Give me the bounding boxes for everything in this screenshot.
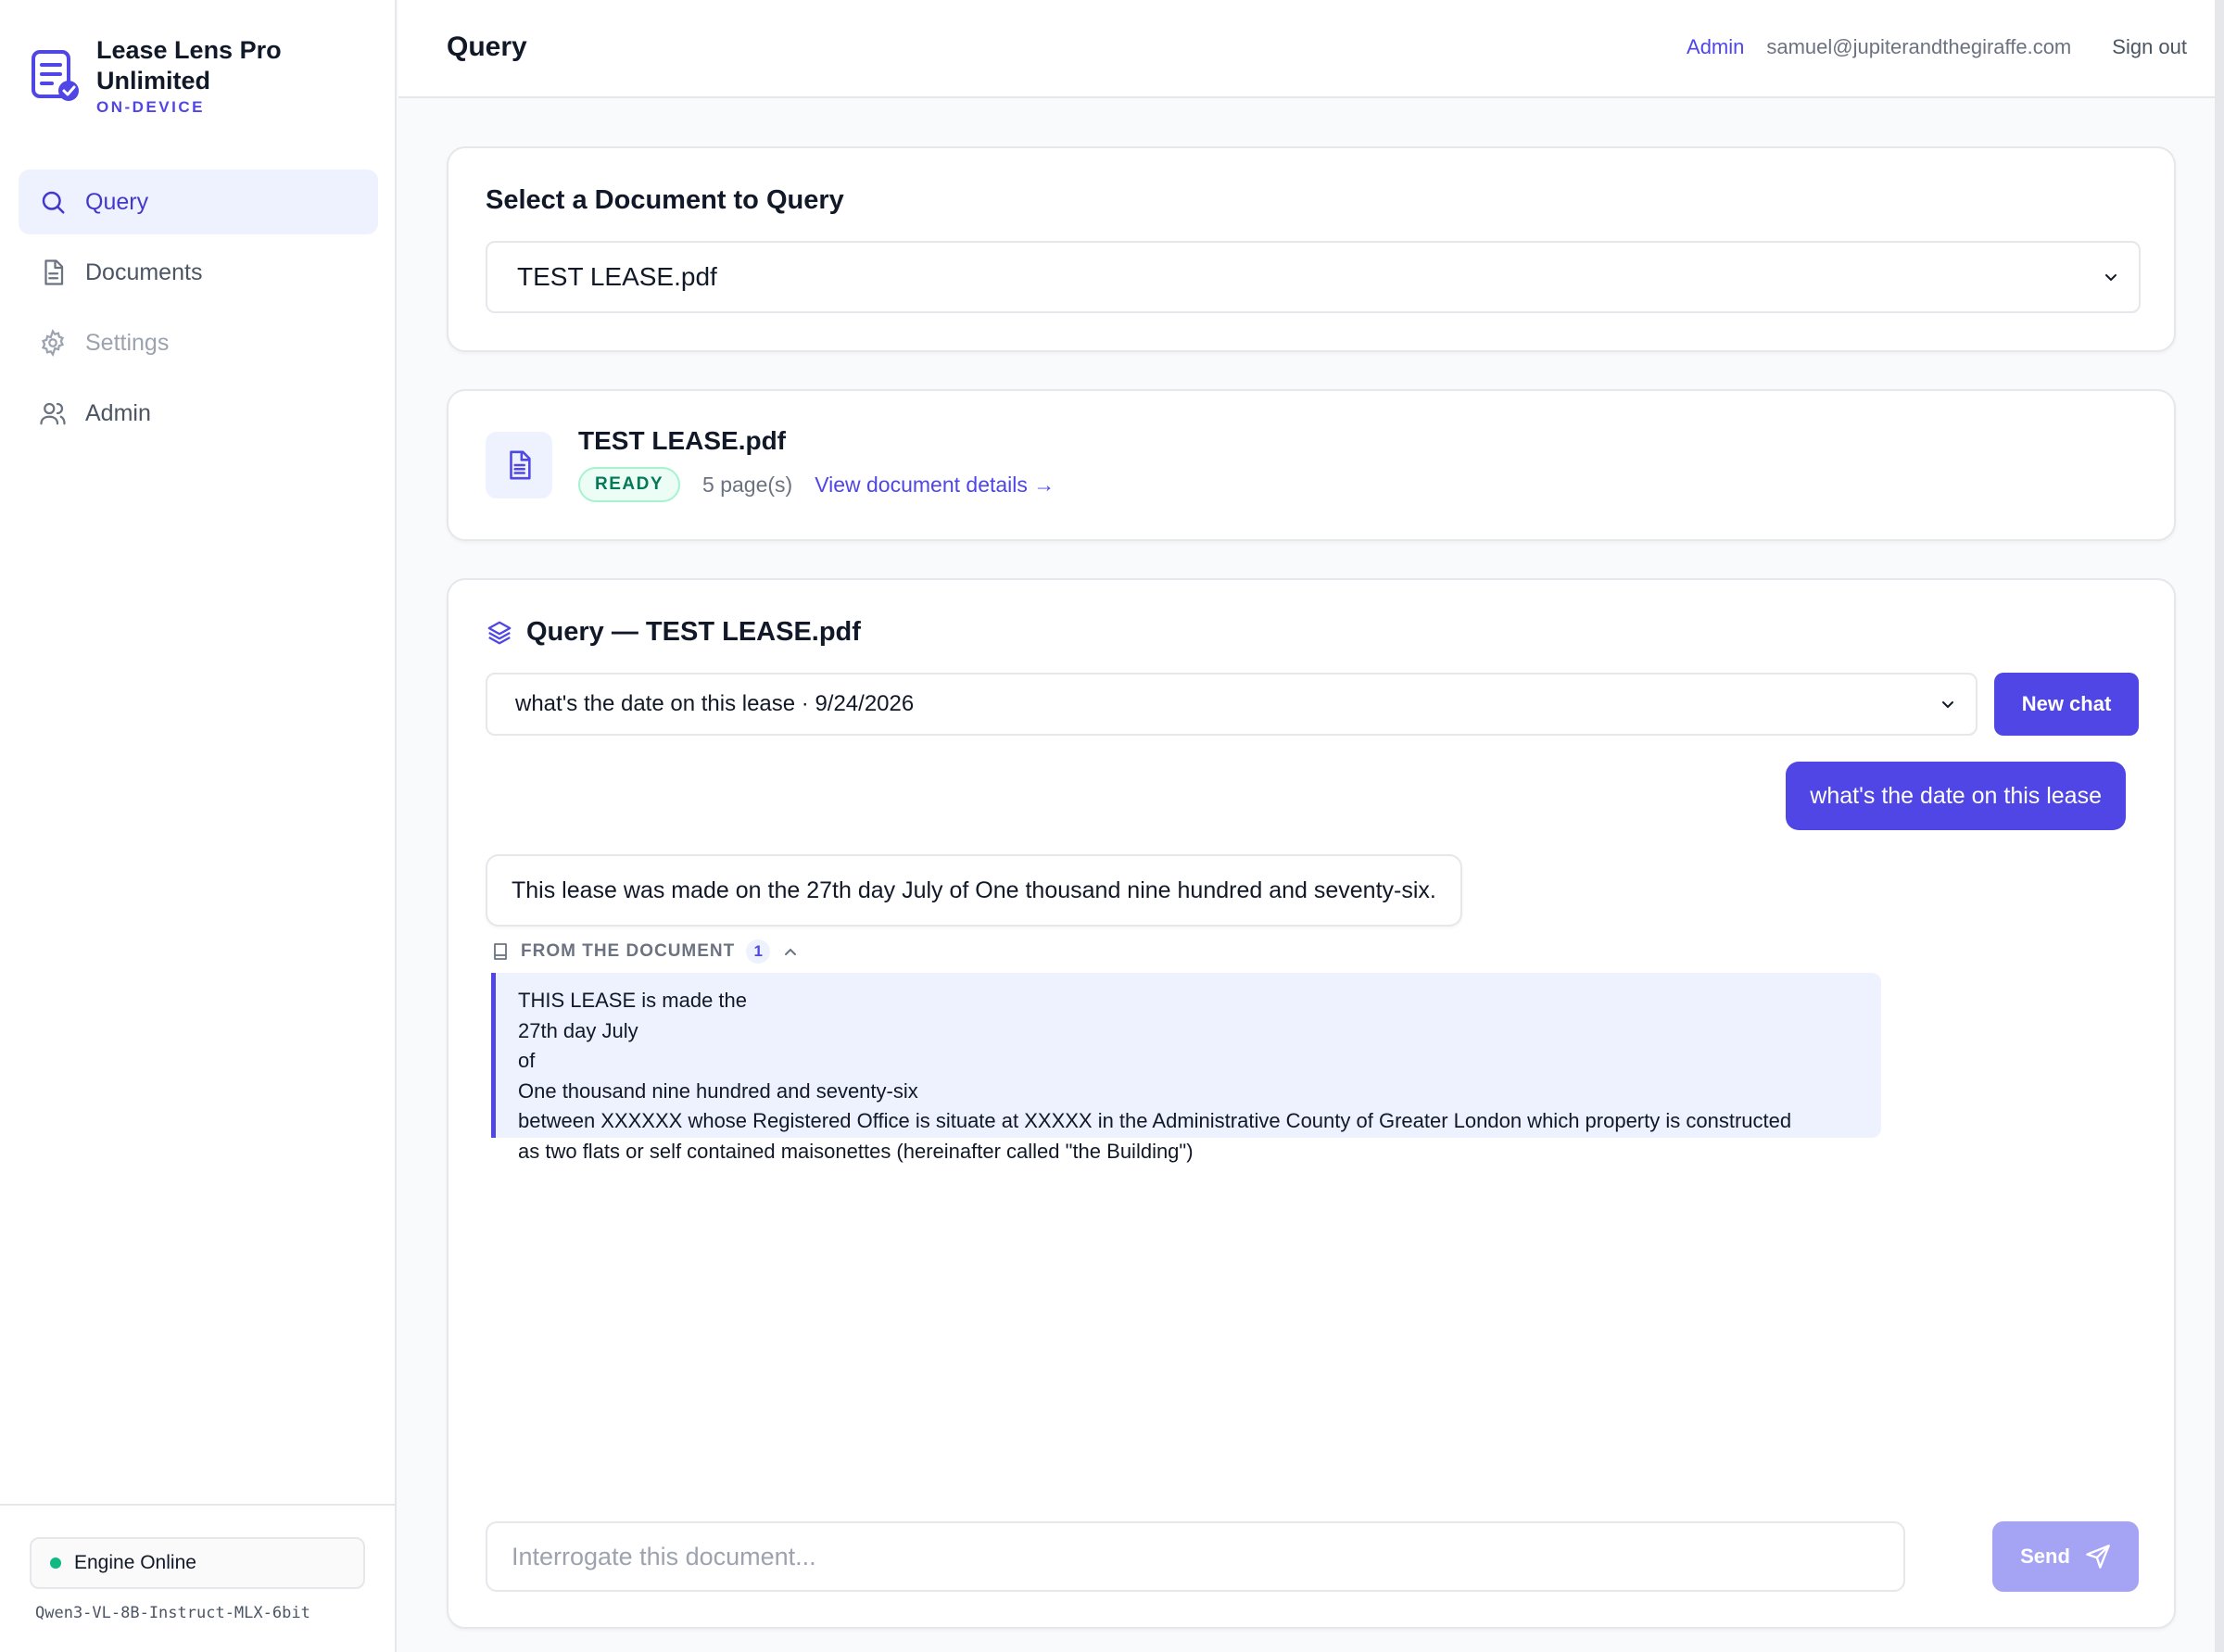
sidebar-item-label: Query	[85, 188, 149, 215]
search-icon	[42, 191, 65, 214]
sidebar-footer: Engine Online Qwen3-VL-8B-Instruct-MLX-6…	[0, 1504, 395, 1652]
layers-icon	[487, 621, 512, 644]
sidebar-item-label: Admin	[85, 399, 151, 426]
app-name: Lease Lens Pro Unlimited	[96, 36, 282, 95]
sidebar-item-documents[interactable]: Documents	[19, 240, 378, 305]
sidebar-item-label: Settings	[85, 329, 170, 356]
excerpt-line: 27th day July	[518, 1018, 638, 1042]
select-document-heading: Select a Document to Query	[486, 185, 844, 215]
users-icon	[40, 402, 66, 425]
user-email: samuel@jupiterandthegiraffe.com	[1766, 35, 2072, 58]
excerpt-line: between XXXXXX whose Registered Office i…	[518, 1109, 1792, 1132]
chat-history-select[interactable]: what's the date on this lease · 9/24/202…	[486, 673, 1978, 736]
app-logo-icon	[32, 50, 79, 101]
assistant-message: This lease was made on the 27th day July…	[486, 854, 1462, 927]
sidebar-item-settings[interactable]: Settings	[19, 310, 378, 375]
status-badge: READY	[578, 467, 681, 502]
sign-out-button[interactable]: Sign out	[2112, 35, 2187, 59]
chevron-down-icon	[2105, 274, 2117, 282]
sidebar-nav: Query Documents Settings Admin	[19, 170, 378, 451]
query-heading: Query — TEST LEASE.pdf	[526, 617, 861, 647]
engine-status: Engine Online	[30, 1537, 365, 1589]
user-message: what's the date on this lease	[1786, 762, 2126, 830]
chevron-up-icon	[785, 948, 797, 955]
document-icon	[510, 450, 531, 480]
sidebar-item-query[interactable]: Query	[19, 170, 378, 234]
excerpt-line: One thousand nine hundred and seventy-si…	[518, 1078, 918, 1103]
excerpt-line: THIS LEASE is made the	[518, 989, 747, 1012]
new-chat-button[interactable]: New chat	[1994, 673, 2139, 736]
document-thumbnail	[486, 432, 552, 498]
document-select-value: TEST LEASE.pdf	[517, 262, 717, 291]
view-details-link[interactable]: View document details →	[815, 473, 1055, 498]
document-info-card: TEST LEASE.pdf READY 5 page(s) View docu…	[447, 389, 2176, 541]
scrollbar[interactable]	[2215, 0, 2224, 1652]
sources-count: 1	[746, 939, 771, 964]
sources-toggle[interactable]: FROM THE DOCUMENT 1	[491, 939, 811, 964]
sidebar-item-admin[interactable]: Admin	[19, 381, 378, 446]
sources-label: FROM THE DOCUMENT	[521, 941, 736, 961]
model-name: Qwen3-VL-8B-Instruct-MLX-6bit	[35, 1604, 310, 1622]
excerpt-line: of	[518, 1049, 536, 1072]
engine-status-label: Engine Online	[74, 1552, 196, 1573]
bookmark-icon	[494, 943, 507, 960]
send-icon	[2086, 1545, 2110, 1569]
source-excerpt: THIS LEASE is made the 27th day July of …	[491, 973, 1881, 1163]
send-label: Send	[2020, 1545, 2070, 1568]
query-input-placeholder: Interrogate this document...	[512, 1542, 816, 1570]
query-card: Query — TEST LEASE.pdf what's the date o…	[447, 578, 2176, 1629]
gear-icon	[41, 329, 65, 357]
sidebar-item-label: Documents	[85, 259, 203, 285]
document-icon	[44, 259, 64, 285]
document-select[interactable]: TEST LEASE.pdf	[486, 241, 2141, 313]
page-count: 5 page(s)	[702, 472, 793, 497]
query-input[interactable]: Interrogate this document...	[486, 1521, 1905, 1592]
status-dot-icon	[50, 1557, 61, 1569]
select-document-card: Select a Document to Query TEST LEASE.pd…	[447, 146, 2176, 352]
header: Query Admin samuel@jupiterandthegiraffe.…	[398, 0, 2224, 98]
send-button[interactable]: Send	[1992, 1521, 2139, 1592]
brand: Lease Lens Pro Unlimited ON-DEVICE	[30, 35, 310, 117]
app-tagline: ON-DEVICE	[96, 98, 205, 116]
chat-history-value: what's the date on this lease · 9/24/202…	[515, 691, 915, 716]
chevron-down-icon	[1942, 701, 1953, 709]
admin-link[interactable]: Admin	[1687, 35, 1744, 59]
excerpt-line: as two flats or self contained maisonett…	[518, 1139, 1194, 1163]
document-name: TEST LEASE.pdf	[578, 426, 786, 455]
sidebar: Lease Lens Pro Unlimited ON-DEVICE Query…	[0, 0, 397, 1652]
page-title: Query	[447, 32, 527, 62]
